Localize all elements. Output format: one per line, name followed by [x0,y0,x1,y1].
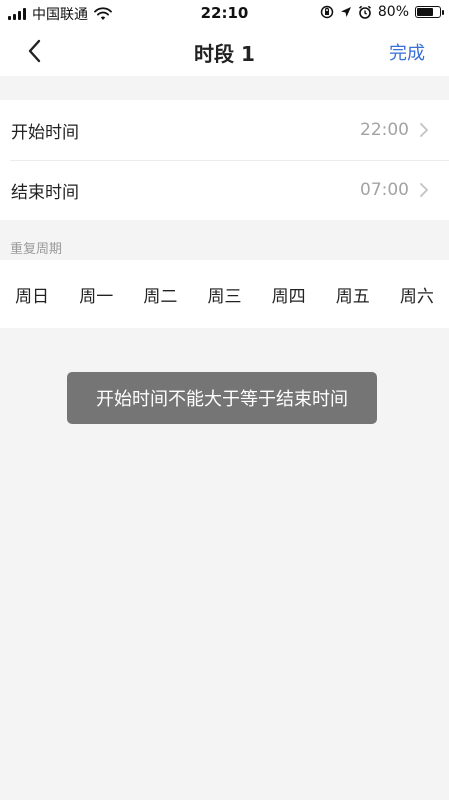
weekday-wednesday[interactable]: 周三 [192,282,256,307]
chevron-right-icon [420,123,428,137]
time-settings-card: 开始时间 22:00 结束时间 07:00 [0,100,449,220]
weekday-selector: 周日 周一 周二 周三 周四 周五 周六 [0,260,449,328]
weekday-saturday[interactable]: 周六 [385,282,449,307]
status-right: 80% [320,4,444,20]
end-time-value: 07:00 [360,180,409,200]
done-button[interactable]: 完成 [389,39,425,65]
start-time-value: 22:00 [360,120,409,140]
start-time-label: 开始时间 [11,122,79,143]
end-time-row[interactable]: 结束时间 07:00 [0,160,449,220]
chevron-right-icon [420,183,428,197]
weekday-monday[interactable]: 周一 [64,282,128,307]
battery-icon [415,6,444,18]
start-time-row[interactable]: 开始时间 22:00 [0,100,449,160]
weekday-sunday[interactable]: 周日 [0,282,64,307]
battery-fill [417,8,433,16]
location-arrow-icon [340,7,351,17]
toast-message: 开始时间不能大于等于结束时间 [96,389,348,410]
weekday-tuesday[interactable]: 周二 [128,282,192,307]
battery-percent: 80% [377,4,409,20]
page-title: 时段 1 [194,42,255,66]
orientation-lock-icon [320,5,334,19]
alarm-icon [358,5,371,19]
end-time-label: 结束时间 [11,182,79,203]
error-toast: 开始时间不能大于等于结束时间 [67,372,377,424]
weekday-thursday[interactable]: 周四 [257,282,321,307]
repeat-section-label: 重复周期 [10,242,63,257]
status-bar: 中国联通 22:10 80% [0,0,449,26]
navigation-bar: 时段 1 完成 [0,26,449,76]
weekday-friday[interactable]: 周五 [321,282,385,307]
